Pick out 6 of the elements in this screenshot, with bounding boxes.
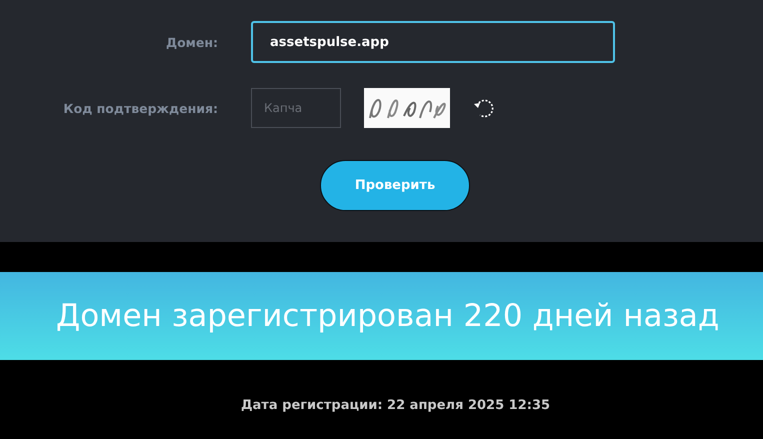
domain-field[interactable]: assetspulse.app xyxy=(251,21,615,63)
captcha-label: Код подтверждения: xyxy=(62,100,218,116)
captcha-field[interactable]: Капча xyxy=(251,88,341,128)
registration-date: Дата регистрации: 22 апреля 2025 12:35 xyxy=(240,398,550,413)
banner-text: Домен зарегистрирован 220 дней назад xyxy=(56,298,720,334)
domain-label: Домен: xyxy=(164,34,218,50)
